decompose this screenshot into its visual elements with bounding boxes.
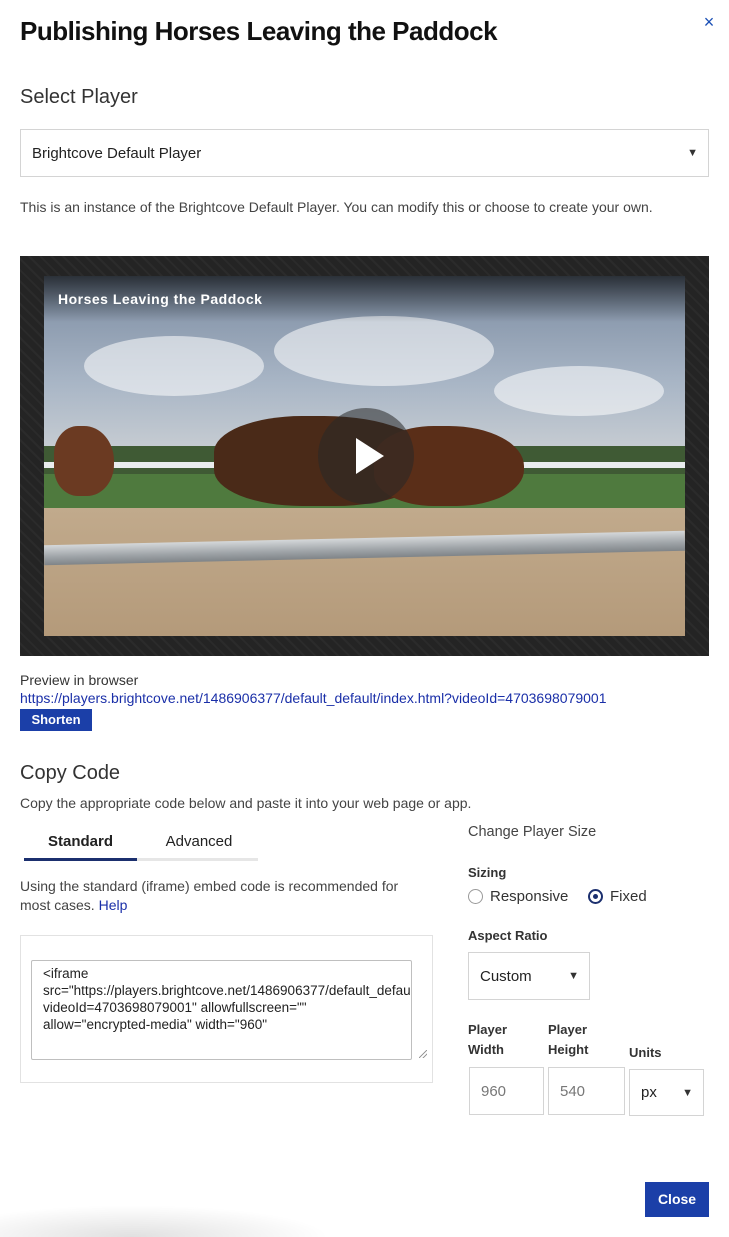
copy-code-description: Copy the appropriate code below and past… — [20, 795, 472, 811]
radio-checked-icon — [588, 889, 603, 904]
units-select[interactable]: px ▼ — [629, 1069, 704, 1116]
code-panel: <iframe src="https://players.brightcove.… — [20, 935, 433, 1083]
close-icon[interactable]: × — [700, 12, 718, 32]
player-height-label: Player Height — [548, 1022, 589, 1057]
copy-code-heading: Copy Code — [20, 762, 121, 784]
standard-embed-description: Using the standard (iframe) embed code i… — [20, 877, 425, 915]
units-label: Units — [629, 1045, 662, 1060]
embed-code-textarea[interactable]: <iframe src="https://players.brightcove.… — [31, 960, 412, 1060]
shorten-button[interactable]: Shorten — [20, 709, 92, 731]
play-icon[interactable] — [318, 408, 414, 504]
help-link[interactable]: Help — [99, 897, 128, 913]
radio-fixed[interactable]: Fixed — [588, 888, 647, 905]
select-player-heading: Select Player — [20, 86, 138, 108]
chevron-down-icon: ▼ — [687, 147, 698, 159]
player-height-input[interactable]: 540 — [548, 1067, 625, 1115]
aspect-ratio-value: Custom — [480, 967, 532, 985]
modal-title: Publishing Horses Leaving the Paddock — [20, 16, 498, 46]
video-thumbnail[interactable]: Horses Leaving the Paddock — [44, 276, 685, 636]
preview-url-link[interactable]: https://players.brightcove.net/148690637… — [20, 690, 607, 706]
chevron-down-icon: ▼ — [568, 970, 579, 982]
player-size-heading: Change Player Size — [468, 824, 597, 840]
standard-embed-text: Using the standard (iframe) embed code i… — [20, 878, 399, 913]
player-select-value: Brightcove Default Player — [32, 144, 202, 162]
radio-responsive[interactable]: Responsive — [468, 888, 568, 905]
close-button[interactable]: Close — [645, 1182, 709, 1217]
resize-grip-icon[interactable] — [419, 1050, 427, 1058]
player-select[interactable]: Brightcove Default Player ▼ — [20, 129, 709, 177]
radio-unchecked-icon — [468, 889, 483, 904]
radio-responsive-label: Responsive — [490, 888, 569, 905]
chevron-down-icon: ▼ — [682, 1086, 693, 1099]
radio-fixed-label: Fixed — [610, 888, 647, 905]
player-width-label: Player Width — [468, 1022, 508, 1057]
sizing-label: Sizing — [468, 865, 507, 880]
embed-tabs: Standard Advanced — [24, 828, 258, 861]
active-tab-indicator — [24, 858, 137, 861]
tab-advanced[interactable]: Advanced — [142, 833, 256, 850]
player-description: This is an instance of the Brightcove De… — [20, 199, 653, 215]
tab-standard[interactable]: Standard — [24, 833, 137, 850]
player-width-input[interactable]: 960 — [469, 1067, 544, 1115]
aspect-ratio-label: Aspect Ratio — [468, 928, 548, 943]
video-title: Horses Leaving the Paddock — [58, 291, 263, 307]
aspect-ratio-select[interactable]: Custom ▼ — [468, 952, 590, 1000]
units-value: px — [641, 1084, 657, 1101]
toast-shadow — [0, 1205, 330, 1237]
preview-label: Preview in browser — [20, 672, 139, 688]
player-preview: Horses Leaving the Paddock — [20, 256, 709, 656]
